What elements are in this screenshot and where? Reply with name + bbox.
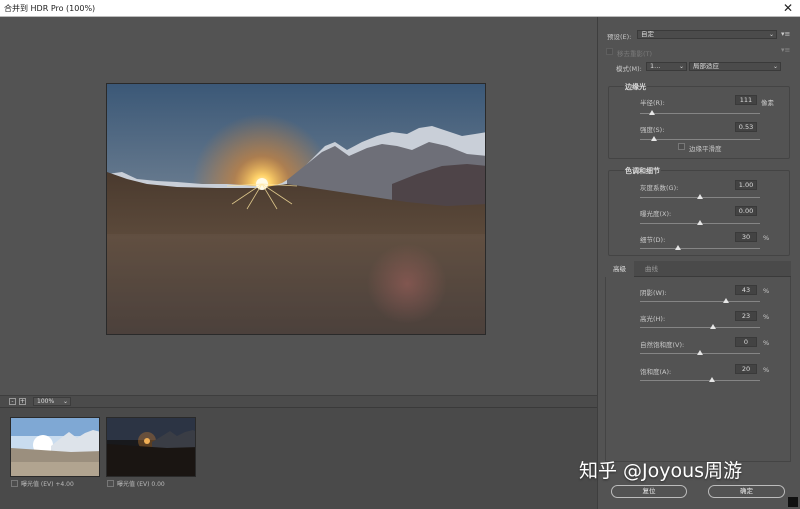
zoom-out-button[interactable]: - xyxy=(9,398,16,405)
shadow-slider[interactable] xyxy=(640,298,760,303)
source-thumbnail-dark[interactable] xyxy=(106,417,196,477)
detail-label: 细节(D): xyxy=(640,236,666,244)
radius-input[interactable]: 111 xyxy=(735,95,757,105)
radius-slider[interactable] xyxy=(640,110,760,115)
remove-ghost-checkbox[interactable] xyxy=(606,48,613,55)
zoom-value: 100% xyxy=(37,398,55,405)
tab-advanced[interactable]: 高级 xyxy=(605,261,634,277)
source-ev-label: 曝光值 (EV) +4.00 xyxy=(21,481,74,488)
slider-thumb[interactable] xyxy=(649,110,655,115)
zoom-in-button[interactable]: + xyxy=(19,398,26,405)
shadow-unit: % xyxy=(763,287,770,295)
tone-detail-group xyxy=(608,170,790,256)
exposure-slider[interactable] xyxy=(640,220,760,225)
saturation-label: 饱和度(A): xyxy=(640,368,672,376)
method-value: 局部适应 xyxy=(693,62,719,70)
source-thumbnail-bright[interactable] xyxy=(10,417,100,477)
chevron-down-icon: ⌄ xyxy=(62,398,68,405)
window-title: 合并到 HDR Pro (100%) xyxy=(4,4,96,13)
mode-value: 1... xyxy=(650,62,661,70)
method-select[interactable]: 局部适应 ⌄ xyxy=(689,62,781,71)
source-filmstrip: 曝光值 (EV) +4.00 曝光值 (EV) 0.00 xyxy=(0,407,597,509)
sunset-mountain-image xyxy=(107,84,485,334)
tab-curve[interactable]: 曲线 xyxy=(637,261,666,277)
ok-button[interactable]: 确定 xyxy=(708,485,785,498)
tone-detail-title: 色调和细节 xyxy=(624,166,661,176)
gamma-slider[interactable] xyxy=(640,194,760,199)
slider-thumb[interactable] xyxy=(709,377,715,382)
highlight-slider[interactable] xyxy=(640,324,760,329)
adjustment-tabs: 高级 曲线 xyxy=(605,261,791,277)
edge-smooth-checkbox[interactable] xyxy=(678,143,685,150)
detail-input[interactable]: 30 xyxy=(735,232,757,242)
strength-label: 强度(S): xyxy=(640,126,665,134)
gamma-label: 灰度系数(G): xyxy=(640,184,679,192)
source-label-dark: 曝光值 (EV) 0.00 xyxy=(107,479,165,488)
saturation-unit: % xyxy=(763,366,770,374)
edge-smooth-label: 边缘平滑度 xyxy=(689,145,722,153)
vibrance-unit: % xyxy=(763,339,770,347)
chevron-down-icon: ⌄ xyxy=(678,63,684,70)
zoom-select[interactable]: 100% ⌄ xyxy=(33,397,71,406)
slider-thumb[interactable] xyxy=(697,350,703,355)
vibrance-slider[interactable] xyxy=(640,350,760,355)
slider-thumb[interactable] xyxy=(675,245,682,250)
preset-menu-icon[interactable]: ▾≡ xyxy=(781,30,790,38)
preset-label: 预设(E): xyxy=(607,33,632,41)
shadow-input[interactable]: 43 xyxy=(735,285,757,295)
slider-thumb[interactable] xyxy=(697,220,703,225)
reset-button[interactable]: 复位 xyxy=(611,485,687,498)
source-label-bright: 曝光值 (EV) +4.00 xyxy=(11,479,74,488)
preset-select[interactable]: 自定 ⌄ xyxy=(637,30,777,39)
exposure-label: 曝光度(X): xyxy=(640,210,672,218)
highlight-unit: % xyxy=(763,313,770,321)
vibrance-label: 自然饱和度(V): xyxy=(640,341,685,349)
strength-input[interactable]: 0.53 xyxy=(735,122,757,132)
detail-unit: % xyxy=(763,234,770,242)
mode-label: 模式(M): xyxy=(616,65,642,73)
strength-slider[interactable] xyxy=(640,136,760,141)
title-bar: 合并到 HDR Pro (100%) ✕ xyxy=(0,0,800,17)
slider-thumb[interactable] xyxy=(651,136,658,141)
slider-thumb[interactable] xyxy=(697,194,703,199)
radius-label: 半径(R): xyxy=(640,99,665,107)
highlight-input[interactable]: 23 xyxy=(735,311,757,321)
hdr-preview-image xyxy=(106,83,486,335)
ghost-menu-icon[interactable]: ▾≡ xyxy=(781,46,790,54)
watermark-text: 知乎 @Joyous周游 xyxy=(579,460,743,482)
preset-value: 自定 xyxy=(641,30,654,38)
edge-glow-title: 边缘光 xyxy=(624,82,647,92)
source-checkbox-bright[interactable] xyxy=(11,480,18,487)
saturation-slider[interactable] xyxy=(640,377,760,382)
mode-select[interactable]: 1... ⌄ xyxy=(646,62,687,71)
exposure-input[interactable]: 0.00 xyxy=(735,206,757,216)
highlight-label: 高光(H): xyxy=(640,315,666,323)
detail-slider[interactable] xyxy=(640,245,760,250)
chevron-down-icon: ⌄ xyxy=(768,31,774,38)
dark-exposure-image xyxy=(107,418,195,476)
vibrance-input[interactable]: 0 xyxy=(735,337,757,347)
resize-grip-icon[interactable] xyxy=(788,497,798,507)
source-ev-label: 曝光值 (EV) 0.00 xyxy=(117,481,165,488)
remove-ghost-label: 移去重影(T) xyxy=(617,50,653,58)
bright-exposure-image xyxy=(11,418,99,476)
zoom-bar: - + 100% ⌄ xyxy=(0,395,597,407)
shadow-label: 阴影(W): xyxy=(640,289,667,297)
slider-thumb[interactable] xyxy=(710,324,717,329)
slider-thumb[interactable] xyxy=(723,298,730,303)
close-icon[interactable]: ✕ xyxy=(783,1,793,15)
chevron-down-icon: ⌄ xyxy=(772,63,778,70)
saturation-input[interactable]: 20 xyxy=(735,364,757,374)
source-checkbox-dark[interactable] xyxy=(107,480,114,487)
radius-unit: 像素 xyxy=(761,99,774,107)
gamma-input[interactable]: 1.00 xyxy=(735,180,757,190)
